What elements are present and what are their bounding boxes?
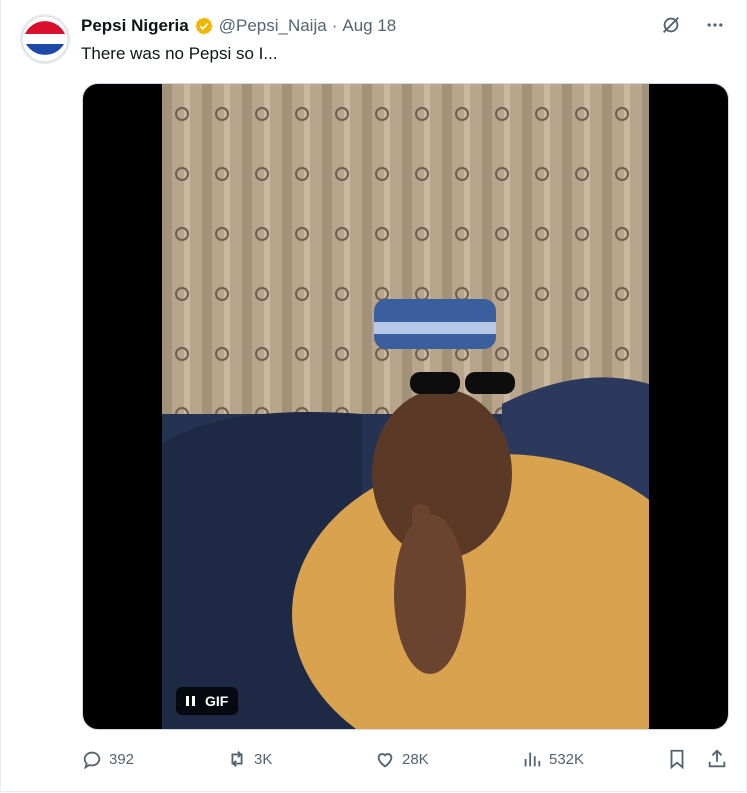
tweet-timestamp[interactable]: Aug 18: [342, 16, 396, 36]
like-button[interactable]: 28K: [374, 744, 429, 774]
share-icon: [708, 749, 726, 768]
tweet-media-gif[interactable]: GIF: [82, 83, 729, 730]
pause-icon[interactable]: [186, 696, 195, 706]
views-count: 532K: [549, 750, 585, 768]
gif-frame[interactable]: GIF: [162, 84, 649, 729]
views-icon: [524, 752, 541, 767]
separator-dot: ·: [331, 16, 338, 35]
pepsi-logo: PEPSI: [21, 15, 69, 63]
gif-image: [162, 84, 649, 729]
tweet-top-actions: [658, 12, 728, 38]
gif-label: GIF: [205, 693, 229, 709]
like-count: 28K: [402, 750, 429, 768]
bookmark-icon: [670, 749, 684, 770]
bookmark-button[interactable]: [666, 744, 688, 774]
reply-icon: [83, 751, 101, 770]
grok-icon[interactable]: [658, 12, 684, 38]
share-button[interactable]: [706, 744, 728, 774]
gif-badge[interactable]: GIF: [176, 687, 239, 715]
tweet-header: Pepsi Nigeria @Pepsi_Naija · Aug 18: [81, 14, 396, 38]
avatar-text: PEPSI: [29, 34, 61, 46]
repost-icon: [231, 751, 243, 767]
reply-button[interactable]: 392: [81, 744, 134, 774]
repost-count: 3K: [254, 750, 273, 768]
views-button[interactable]: 532K: [521, 744, 584, 774]
tweet-actions: 392 3K 28K 532K: [81, 744, 731, 774]
verified-badge-icon[interactable]: [194, 16, 214, 36]
like-icon: [377, 753, 393, 768]
author-handle[interactable]: @Pepsi_Naija: [219, 16, 327, 36]
tweet-card[interactable]: PEPSI Pepsi Nigeria @Pepsi_Naija · Aug 1…: [0, 0, 747, 792]
author-avatar[interactable]: PEPSI: [20, 14, 70, 64]
author-name[interactable]: Pepsi Nigeria: [81, 16, 189, 36]
reply-count: 392: [109, 750, 135, 768]
repost-button[interactable]: 3K: [226, 744, 272, 774]
tweet-text: There was no Pepsi so I...: [81, 44, 278, 63]
more-icon[interactable]: [702, 12, 728, 38]
